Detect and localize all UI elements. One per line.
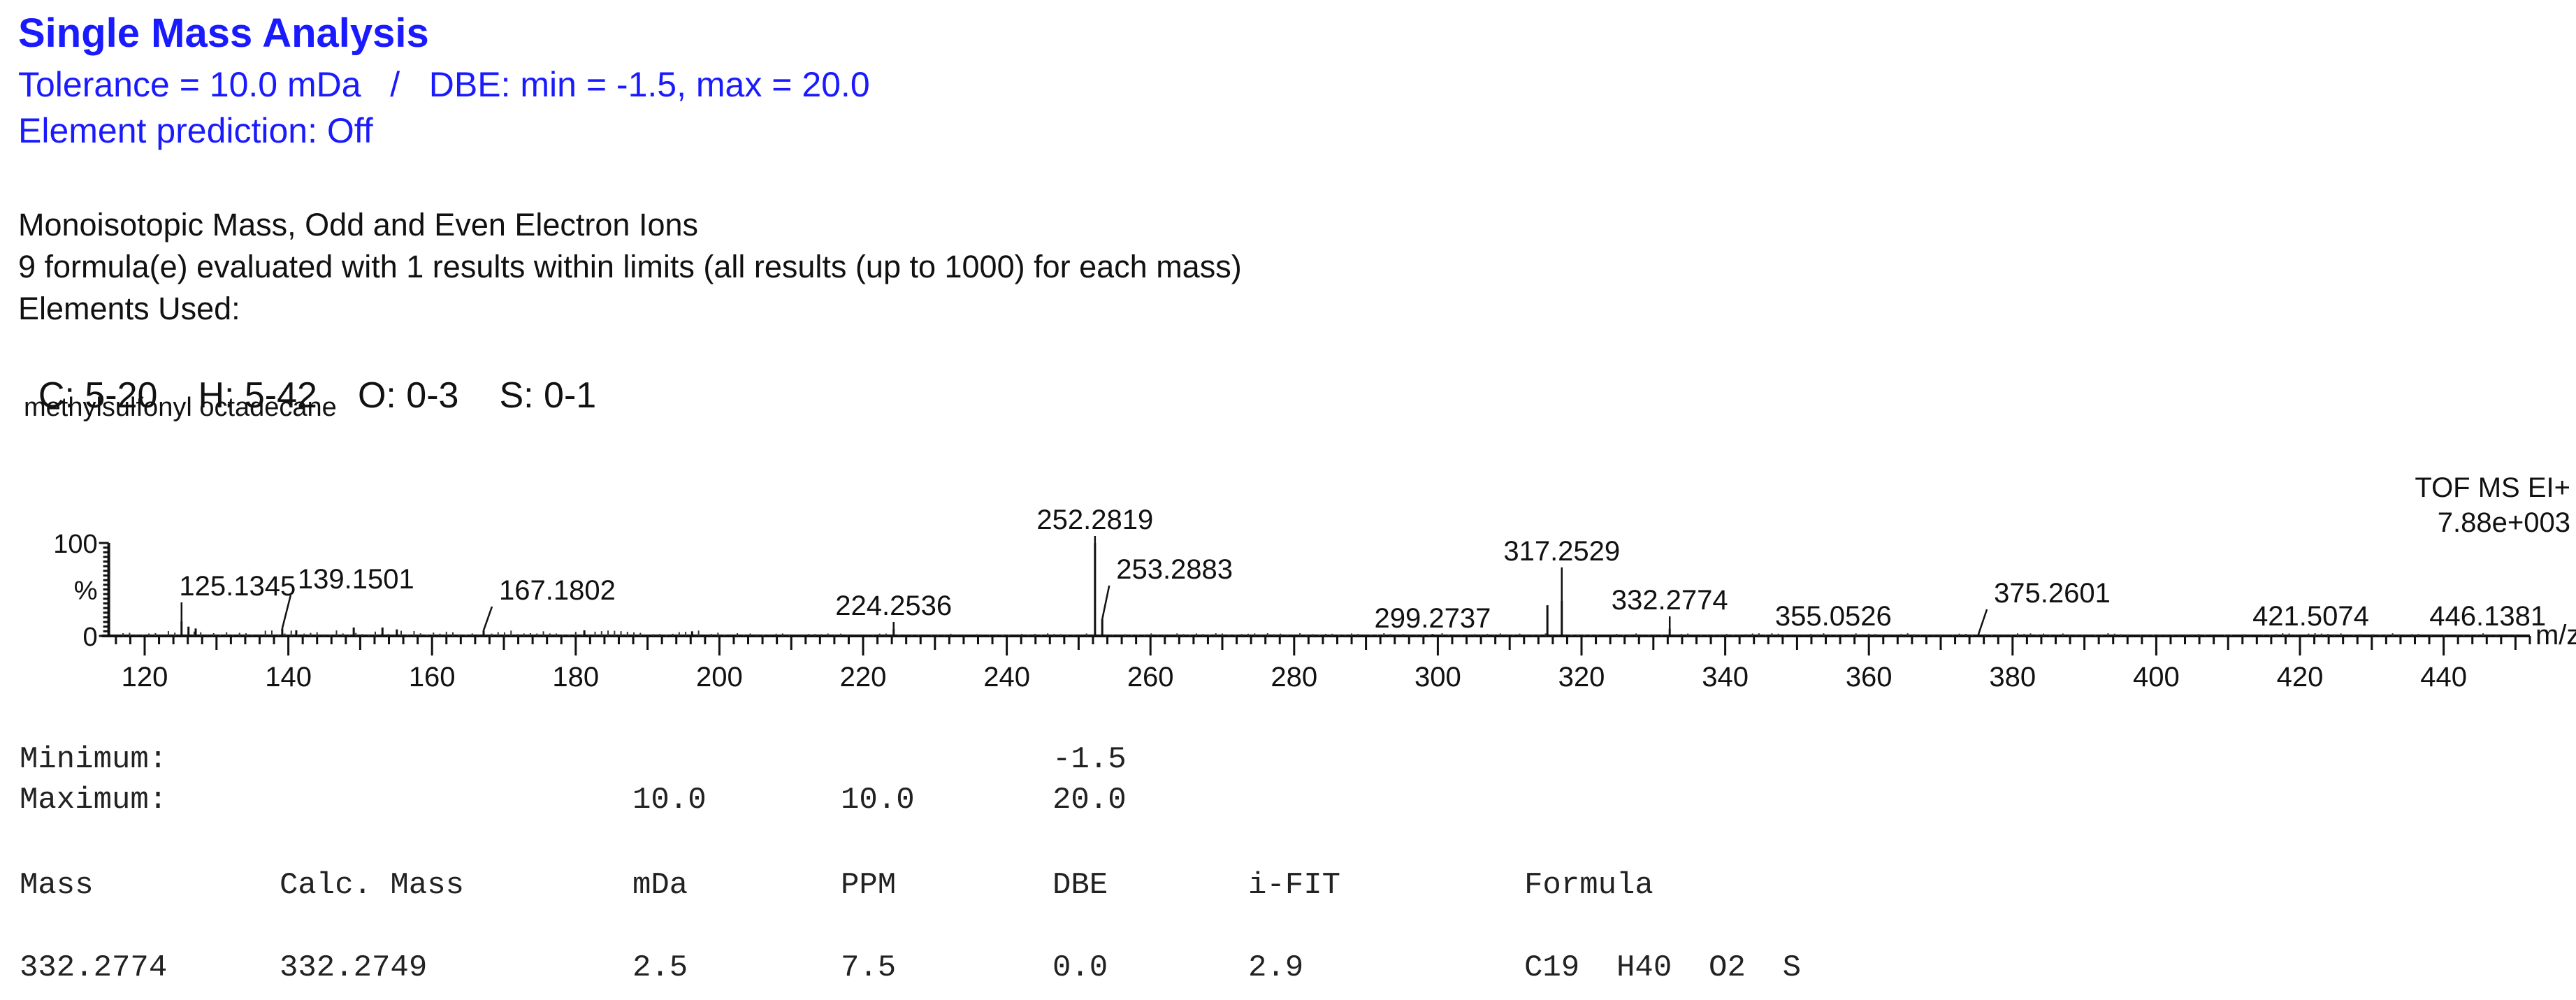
cell-mda: 2.5 (632, 950, 688, 985)
minimum-dbe: -1.5 (1052, 742, 1127, 777)
peak-label-299.2737: 299.2737 (1375, 603, 1491, 634)
peak-label-446.1381: 446.1381 (2429, 601, 2546, 632)
x-tick-label-320: 320 (1558, 662, 1605, 693)
x-tick-label-160: 160 (409, 662, 456, 693)
x-tick-label-280: 280 (1271, 662, 1317, 693)
peak-leader (1101, 585, 1110, 620)
peak-label-224.2536: 224.2536 (835, 590, 952, 621)
peak-label-252.2819: 252.2819 (1036, 505, 1153, 535)
cell-formula: C19 H40 O2 S (1524, 950, 1802, 985)
peak-label-139.1501: 139.1501 (298, 564, 414, 595)
maximum-ppm: 10.0 (841, 783, 915, 818)
peak-label-253.2883: 253.2883 (1116, 554, 1233, 585)
cell-ifit: 2.9 (1248, 950, 1304, 985)
col-header-calc-mass: Calc. Mass (280, 868, 465, 903)
x-tick-label-440: 440 (2420, 662, 2467, 693)
cell-dbe: 0.0 (1052, 950, 1108, 985)
cell-mass: 332.2774 (20, 950, 168, 985)
x-tick-label-360: 360 (1846, 662, 1893, 693)
peak-label-317.2529: 317.2529 (1503, 536, 1620, 567)
peak-leader (482, 606, 493, 631)
cell-calc-mass: 332.2749 (280, 950, 428, 985)
x-tick-label-340: 340 (1702, 662, 1749, 693)
x-tick-label-120: 120 (122, 662, 168, 693)
x-tick-label-220: 220 (840, 662, 887, 693)
x-tick-label-300: 300 (1414, 662, 1461, 693)
col-header-mass: Mass (20, 868, 94, 903)
x-tick-label-380: 380 (1989, 662, 2036, 693)
x-tick-label-240: 240 (983, 662, 1030, 693)
y-axis-label: % (74, 577, 98, 606)
maximum-label: Maximum: (20, 783, 168, 818)
col-header-mda: mDa (632, 868, 688, 903)
mass-spectrum: 100 0% 120 140 160 180 200 220 240 260 280 300 320 34… (53, 505, 2576, 693)
col-header-ifit: i-FIT (1248, 868, 1341, 903)
cell-ppm: 7.5 (841, 950, 897, 985)
minimum-label: Minimum: (20, 742, 168, 777)
y-tick-label-100: 100 (53, 530, 97, 559)
col-header-formula: Formula (1524, 868, 1654, 903)
col-header-dbe: DBE (1052, 868, 1108, 903)
peak-label-332.2774: 332.2774 (1612, 585, 1728, 616)
x-tick-label-420: 420 (2277, 662, 2324, 693)
x-tick-label-200: 200 (696, 662, 743, 693)
col-header-ppm: PPM (841, 868, 897, 903)
maximum-mda: 10.0 (632, 783, 707, 818)
peak-leader (1977, 609, 1988, 635)
peak-label-125.1345: 125.1345 (179, 571, 296, 602)
x-tick-label-140: 140 (265, 662, 312, 693)
peak-label-355.0526: 355.0526 (1775, 601, 1892, 632)
peak-label-421.5074: 421.5074 (2252, 601, 2369, 632)
peak-label-375.2601: 375.2601 (1994, 578, 2111, 609)
y-tick-label-0: 0 (82, 623, 97, 652)
peak-label-167.1802: 167.1802 (499, 575, 616, 606)
x-tick-label-180: 180 (552, 662, 599, 693)
maximum-dbe: 20.0 (1052, 783, 1127, 818)
x-tick-label-260: 260 (1127, 662, 1174, 693)
x-tick-label-400: 400 (2133, 662, 2180, 693)
